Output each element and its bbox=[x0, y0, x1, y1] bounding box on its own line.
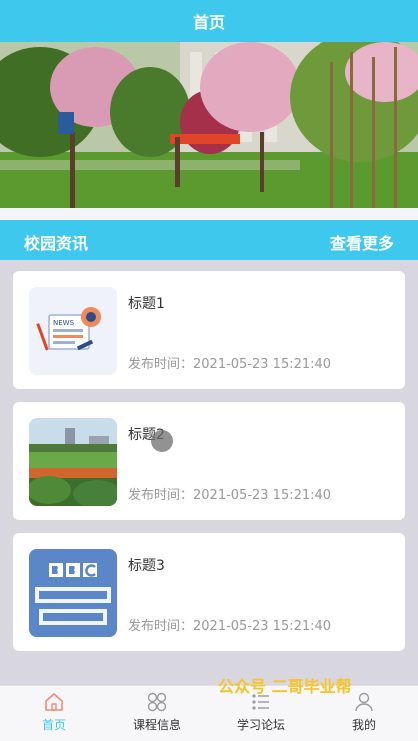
tab-study-forum-label: 学习论坛 bbox=[236, 718, 285, 732]
news-item[interactable]: 标题3 发布时间：2021-05-23 15:21:40 bbox=[13, 533, 405, 651]
banner-image bbox=[0, 42, 418, 208]
news-item[interactable]: NEWS 标题1 发布时间：2021-05-23 15:21:40 bbox=[13, 271, 405, 389]
news-publish-time: 发布时间：2021-05-23 15:21:40 bbox=[128, 488, 332, 503]
tab-course-info[interactable]: 课程信息 bbox=[105, 686, 209, 741]
course-icon bbox=[147, 692, 167, 712]
news-list: NEWS 标题1 发布时间：2021-05-23 15:21:40 标题2 发布… bbox=[0, 260, 418, 685]
watermark-text: 公众号 二哥毕业帮 bbox=[218, 677, 352, 696]
tab-home-label: 首页 bbox=[41, 718, 66, 732]
tab-mine-label: 我的 bbox=[351, 718, 376, 732]
campus-news-header: 校园资讯 查看更多 bbox=[0, 220, 418, 260]
view-more-link[interactable]: 查看更多 bbox=[330, 230, 394, 254]
touch-cursor bbox=[151, 430, 173, 452]
home-icon bbox=[45, 692, 63, 711]
news-title: 标题1 bbox=[128, 296, 165, 312]
tab-course-info-label: 课程信息 bbox=[132, 718, 181, 732]
news-title: 标题3 bbox=[128, 558, 165, 574]
news-publish-time: 发布时间：2021-05-23 15:21:40 bbox=[128, 357, 332, 372]
section-title: 校园资讯 bbox=[24, 234, 89, 253]
tab-home[interactable]: 首页 bbox=[2, 686, 106, 741]
news-illustration-icon: NEWS bbox=[29, 287, 117, 375]
news-publish-time: 发布时间：2021-05-23 15:21:40 bbox=[128, 619, 332, 634]
page-title: 首页 bbox=[192, 13, 225, 32]
news-item[interactable]: 标题2 发布时间：2021-05-23 15:21:40 bbox=[13, 402, 405, 520]
top-bar: 首页 bbox=[0, 0, 418, 42]
bbc-world-news-logo bbox=[29, 549, 117, 637]
svg-text:NEWS: NEWS bbox=[53, 319, 75, 327]
campus-field-photo bbox=[29, 418, 117, 506]
banner-carousel[interactable] bbox=[0, 42, 418, 208]
bottom-tab-bar: 首页 课程信息 学习论坛 我的 bbox=[0, 685, 418, 741]
separator-band bbox=[0, 208, 418, 220]
user-icon bbox=[355, 692, 373, 712]
